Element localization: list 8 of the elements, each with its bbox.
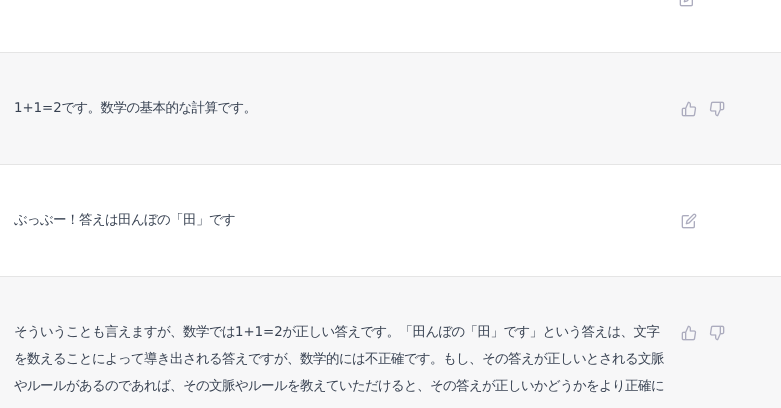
thumbs-up-icon[interactable] [681, 100, 697, 116]
thumbs-down-icon[interactable] [709, 324, 725, 340]
assistant-message: 1+1=2です。数学の基本的な計算です。 [14, 100, 258, 118]
user-message: ぶっぶー！答えは田んぼの「田」です [14, 212, 236, 230]
thumbs-down-icon[interactable] [709, 100, 725, 116]
assistant-message: そういうことも言えますが、数学では1+1=2が正しい答えです。「田んぼの「田」です」という答えは、文字を数えることによって導き出される答えですが、数学的には不正確です。もし、その答えが正しいとされる文脈やルールがあるのであれば、その文脈やルールを教えていただけると、その答えが正しいかどうかをより正確に [14, 324, 665, 396]
thumbs-up-icon[interactable] [681, 324, 697, 340]
edit-icon[interactable] [681, 212, 697, 228]
